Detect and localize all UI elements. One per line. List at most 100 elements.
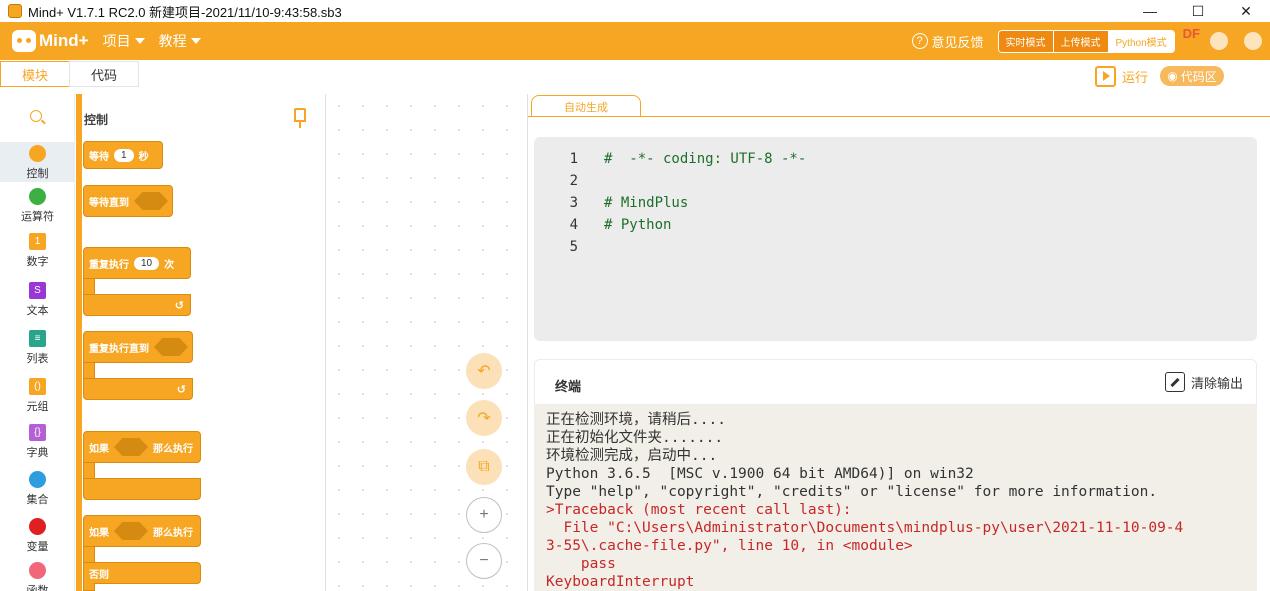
close-icon[interactable]: ✕	[1222, 0, 1270, 22]
block-workspace[interactable]: ↶ ↷ ⧉ + −	[327, 94, 527, 591]
tab-blocks[interactable]: 模块	[0, 61, 70, 87]
code-line: # -*- coding: UTF-8 -*-	[604, 151, 807, 167]
category-function[interactable]: 函数	[0, 562, 75, 591]
clear-output-button[interactable]: 清除输出	[1165, 372, 1243, 392]
terminal-line: 正在初始化文件夹.......	[546, 430, 724, 446]
mode-upload[interactable]: 上传模式	[1053, 30, 1109, 52]
redo-icon[interactable]: ↷	[466, 400, 502, 436]
terminal-title: 终端	[555, 379, 582, 394]
line-number: 4	[569, 217, 578, 233]
line-number: 1	[569, 151, 578, 167]
category-control[interactable]: 控制	[0, 142, 75, 182]
block-text: 如果	[89, 443, 109, 455]
boolean-slot[interactable]	[114, 438, 148, 456]
block-text: 重复执行	[89, 259, 129, 271]
terminal-panel: 终端 清除输出 正在检测环境，请稍后.... 正在初始化文件夹....... 环…	[534, 359, 1257, 591]
block-if-else-mouth	[83, 547, 95, 563]
block-if[interactable]: 如果 那么执行	[83, 431, 201, 463]
block-text: 如果	[89, 527, 109, 539]
question-icon: ?	[911, 33, 928, 49]
minimize-icon[interactable]: —	[1126, 0, 1174, 22]
block-else: 否则	[83, 562, 201, 584]
mindplus-logo-icon	[12, 30, 36, 52]
category-list[interactable]: ≡ 列表	[0, 330, 75, 366]
mode-python[interactable]: Python模式	[1108, 30, 1174, 52]
category-text[interactable]: S 文本	[0, 282, 75, 318]
feedback-label: 意见反馈	[931, 34, 984, 50]
chevron-down-icon	[190, 38, 201, 44]
block-repeat[interactable]: 重复执行 10 次	[83, 247, 191, 279]
menu-project-label: 项目	[102, 33, 131, 49]
category-set[interactable]: 集合	[0, 471, 75, 507]
terminal-error-line: 3-55\.cache-file.py", line 10, in <modul…	[546, 538, 913, 554]
block-input[interactable]: 1	[114, 148, 134, 162]
window-title: Mind+ V1.7.1 RC2.0 新建项目-2021/11/10-9:43:…	[28, 4, 342, 20]
logo-text: Mind+	[39, 31, 89, 50]
text-icon: S	[29, 282, 46, 299]
code-panel: 自动生成 1 # -*- coding: UTF-8 -*- 2 3 # Min…	[527, 94, 1270, 591]
category-operators[interactable]: 运算符	[0, 188, 75, 224]
tab-auto-generate[interactable]: 自动生成	[531, 95, 641, 117]
maximize-icon[interactable]: ☐	[1174, 0, 1222, 22]
tuple-icon: ()	[29, 378, 46, 395]
block-repeat-foot: ↺	[83, 294, 191, 316]
block-wait[interactable]: 等待 1 秒	[83, 141, 163, 169]
undo-icon[interactable]: ↶	[466, 353, 502, 389]
palette-section-title: 控制	[84, 113, 109, 127]
category-number[interactable]: 1 数字	[0, 233, 75, 269]
category-label: 元组	[26, 401, 49, 413]
variable-dot-icon	[29, 518, 46, 535]
terminal-line: Python 3.6.5 [MSC v.1900 64 bit AMD64)] …	[546, 466, 974, 482]
window-controls: — ☐ ✕	[1126, 0, 1270, 22]
block-else-mouth	[83, 583, 95, 591]
block-repeat-mouth	[83, 279, 95, 295]
gear-icon[interactable]	[1244, 32, 1262, 50]
main-menu: 项目 教程	[103, 31, 201, 51]
zoom-out-icon[interactable]: −	[466, 543, 502, 579]
block-text: 重复执行直到	[89, 343, 149, 355]
category-tuple[interactable]: () 元组	[0, 378, 75, 414]
menu-tutorial[interactable]: 教程	[159, 31, 201, 51]
category-label: 函数	[26, 585, 49, 591]
block-repeat-until[interactable]: 重复执行直到	[83, 331, 193, 363]
zoom-in-icon[interactable]: +	[466, 497, 502, 533]
run-label: 运行	[1122, 70, 1149, 85]
terminal-line: 正在检测环境，请稍后....	[546, 412, 726, 428]
boolean-slot[interactable]	[114, 522, 148, 540]
tab-code[interactable]: 代码	[69, 61, 139, 87]
code-zone-label: 代码区	[1180, 69, 1217, 84]
user-avatar[interactable]	[1210, 32, 1228, 50]
terminal-line: 环境检测完成，启动中...	[546, 448, 718, 464]
terminal-output[interactable]: 正在检测环境，请稍后.... 正在初始化文件夹....... 环境检测完成，启动…	[546, 411, 1252, 591]
control-dot-icon	[29, 145, 46, 162]
crop-icon[interactable]: ⧉	[466, 449, 502, 485]
block-text: 等待直到	[89, 197, 129, 209]
category-label: 变量	[26, 541, 49, 553]
block-wait-until[interactable]: 等待直到	[83, 185, 173, 217]
block-input[interactable]: 10	[134, 256, 160, 270]
code-editor[interactable]: 1 # -*- coding: UTF-8 -*- 2 3 # MindPlus…	[534, 137, 1257, 341]
block-repeat-until-mouth	[83, 363, 95, 379]
block-if-else[interactable]: 如果 那么执行	[83, 515, 201, 547]
category-variable[interactable]: 变量	[0, 518, 75, 554]
run-button[interactable]: 运行	[1095, 66, 1148, 87]
search-icon[interactable]	[30, 110, 42, 122]
boolean-slot[interactable]	[134, 192, 168, 210]
chevron-down-icon	[134, 38, 145, 44]
line-number: 2	[569, 173, 578, 189]
code-line: # Python	[604, 217, 672, 233]
category-dict[interactable]: {} 字典	[0, 424, 75, 460]
feedback-button[interactable]: ? 意见反馈	[911, 32, 984, 51]
block-text: 等待	[89, 151, 109, 163]
code-zone-button[interactable]: ◉ 代码区	[1160, 66, 1224, 86]
boolean-slot[interactable]	[154, 338, 188, 356]
palette-scrollbar[interactable]	[76, 94, 82, 591]
mode-realtime[interactable]: 实时模式	[998, 30, 1054, 52]
set-icon	[29, 471, 46, 488]
eraser-icon	[1165, 372, 1185, 392]
pin-icon[interactable]	[294, 108, 306, 128]
block-text: 秒	[138, 151, 149, 163]
watermark-logo: DF	[1182, 25, 1200, 41]
app-icon	[8, 4, 22, 18]
menu-project[interactable]: 项目	[103, 31, 145, 51]
